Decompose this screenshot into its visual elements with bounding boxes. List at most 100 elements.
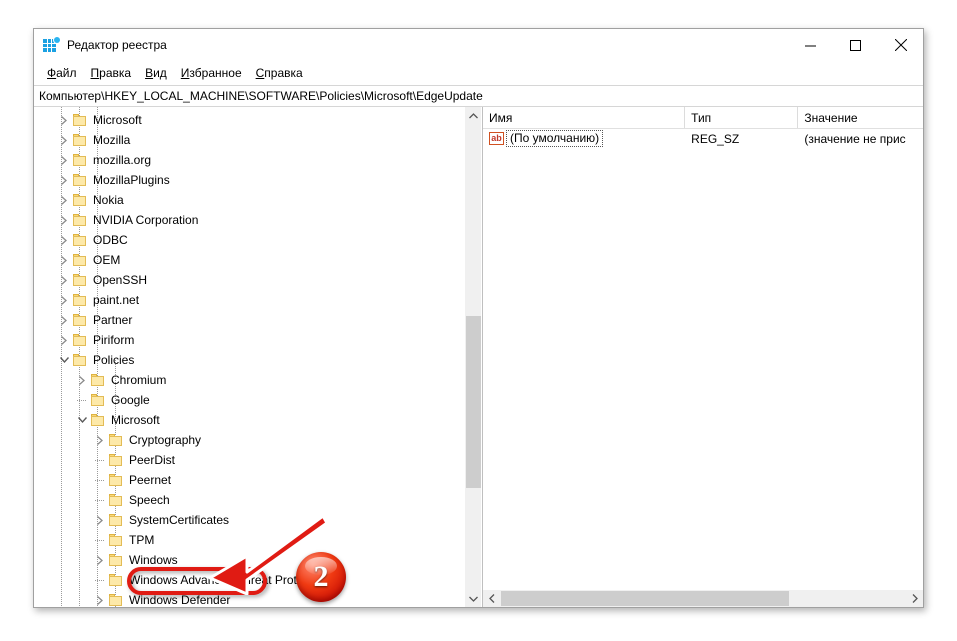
tree-item-label: Speech: [129, 493, 170, 507]
tree-item-policies[interactable]: Policies: [56, 350, 138, 370]
tree-item-oem[interactable]: OEM: [56, 250, 124, 270]
chevron-right-icon[interactable]: [56, 292, 72, 308]
chevron-right-icon[interactable]: [56, 212, 72, 228]
chevron-right-icon[interactable]: [56, 252, 72, 268]
address-bar[interactable]: Компьютер\HKEY_LOCAL_MACHINE\SOFTWARE\Po…: [34, 85, 923, 107]
registry-editor-icon: [43, 37, 60, 53]
column-header-value[interactable]: Значение: [798, 107, 923, 128]
values-list[interactable]: ab (По умолчанию) REG_SZ (значение не пр…: [483, 128, 923, 590]
scroll-down-icon[interactable]: [465, 590, 481, 607]
chevron-down-icon[interactable]: [56, 352, 72, 368]
tree-item-label: Chromium: [111, 373, 167, 387]
tree-item-label: Peernet: [129, 473, 172, 487]
folder-icon: [72, 113, 88, 127]
menu-item-view[interactable]: Вид: [138, 64, 174, 82]
menu-item-file[interactable]: Файл: [40, 64, 84, 82]
tree-item-windows[interactable]: Windows: [92, 550, 182, 570]
tree-item-mozilla-org[interactable]: mozilla.org: [56, 150, 155, 170]
tree-item-systemcertificates[interactable]: SystemCertificates: [92, 510, 233, 530]
tree-connector-icon: [92, 572, 108, 588]
chevron-right-icon[interactable]: [56, 172, 72, 188]
tree-item-label: NVIDIA Corporation: [93, 213, 199, 227]
scroll-right-icon[interactable]: [906, 590, 923, 607]
tree-item-label: Windows: [129, 553, 178, 567]
title-bar: Редактор реестра: [34, 29, 923, 61]
tree-item-mozilla[interactable]: Mozilla: [56, 130, 134, 150]
chevron-down-icon[interactable]: [74, 412, 90, 428]
chevron-right-icon[interactable]: [92, 512, 108, 528]
folder-icon: [108, 433, 124, 447]
table-row[interactable]: ab (По умолчанию) REG_SZ (значение не пр…: [483, 128, 923, 149]
tree-item-mozillaplugins[interactable]: MozillaPlugins: [56, 170, 174, 190]
menu-item-view-rest: ид: [153, 66, 167, 80]
tree-item-nokia[interactable]: Nokia: [56, 190, 128, 210]
tree-vertical-scrollbar[interactable]: [464, 107, 481, 607]
tree-item-openssh[interactable]: OpenSSH: [56, 270, 151, 290]
screen: Редактор реестра Файл Правка Вид Избранн…: [0, 0, 957, 641]
values-horizontal-scrollbar[interactable]: [483, 590, 923, 607]
folder-icon: [108, 593, 124, 607]
chevron-right-icon[interactable]: [56, 112, 72, 128]
chevron-right-icon[interactable]: [92, 432, 108, 448]
scroll-left-icon[interactable]: [483, 590, 500, 607]
folder-icon: [108, 533, 124, 547]
tree-item-chromium[interactable]: Chromium: [74, 370, 170, 390]
tree-item-windows-defender[interactable]: Windows Defender: [92, 590, 234, 607]
close-button[interactable]: [878, 29, 923, 61]
folder-icon: [90, 373, 106, 387]
tree-item-label: Google: [111, 393, 150, 407]
tree-item-windows-advanced-threat-protection[interactable]: Windows Advanced Threat Protection: [92, 570, 333, 590]
chevron-right-icon[interactable]: [74, 372, 90, 388]
tree-item-speech[interactable]: Speech: [92, 490, 174, 510]
tree-item-peernet[interactable]: Peernet: [92, 470, 175, 490]
value-name-cell[interactable]: ab (По умолчанию): [483, 130, 685, 147]
maximize-button[interactable]: [833, 29, 878, 61]
chevron-right-icon[interactable]: [56, 192, 72, 208]
tree-item-label: OpenSSH: [93, 273, 148, 287]
tree-item-partner[interactable]: Partner: [56, 310, 136, 330]
chevron-right-icon[interactable]: [92, 592, 108, 607]
chevron-right-icon[interactable]: [56, 332, 72, 348]
chevron-right-icon[interactable]: [56, 312, 72, 328]
tree-item-microsoft[interactable]: Microsoft: [56, 110, 146, 130]
menu-accel: Ф: [47, 66, 57, 80]
menu-item-favorites[interactable]: Избранное: [174, 64, 249, 82]
chevron-right-icon[interactable]: [56, 152, 72, 168]
column-header-type[interactable]: Тип: [685, 107, 799, 128]
tree-item-tpm[interactable]: TPM: [92, 530, 158, 550]
tree-item-label: ODBC: [93, 233, 128, 247]
folder-icon: [108, 553, 124, 567]
folder-icon: [72, 153, 88, 167]
column-header-name[interactable]: Имя: [483, 107, 686, 128]
tree-item-google[interactable]: Google: [74, 390, 154, 410]
minimize-button[interactable]: [788, 29, 833, 61]
chevron-right-icon[interactable]: [56, 272, 72, 288]
tree-item-label: Partner: [93, 313, 133, 327]
main-panes: Microsoft Mozilla mozilla.org MozillaPlugin…: [34, 107, 923, 607]
folder-icon: [108, 493, 124, 507]
folder-icon: [108, 453, 124, 467]
tree-scroll-thumb[interactable]: [466, 316, 481, 488]
tree-item-odbc[interactable]: ODBC: [56, 230, 132, 250]
menu-bar: Файл Правка Вид Избранное Справка: [34, 61, 923, 85]
menu-item-help[interactable]: Справка: [249, 64, 310, 82]
folder-icon: [72, 293, 88, 307]
chevron-right-icon[interactable]: [56, 132, 72, 148]
chevron-right-icon[interactable]: [92, 552, 108, 568]
registry-tree[interactable]: Microsoft Mozilla mozilla.org MozillaPlugin…: [34, 107, 464, 607]
values-column-headers: Имя Тип Значение: [483, 107, 923, 129]
tree-item-label: PeerDist: [129, 453, 176, 467]
tree-item-piriform[interactable]: Piriform: [56, 330, 138, 350]
tree-item-label: paint.net: [93, 293, 140, 307]
tree-item-peerdist[interactable]: PeerDist: [92, 450, 179, 470]
tree-item-microsoft[interactable]: Microsoft: [74, 410, 164, 430]
registry-tree-pane: Microsoft Mozilla mozilla.org MozillaPlugin…: [34, 107, 482, 607]
menu-item-file-rest: айл: [56, 66, 77, 80]
menu-item-edit[interactable]: Правка: [84, 64, 139, 82]
scroll-up-icon[interactable]: [465, 107, 481, 124]
chevron-right-icon[interactable]: [56, 232, 72, 248]
tree-item-nvidia-corporation[interactable]: NVIDIA Corporation: [56, 210, 202, 230]
tree-item-paint-net[interactable]: paint.net: [56, 290, 143, 310]
tree-item-cryptography[interactable]: Cryptography: [92, 430, 205, 450]
values-scroll-thumb[interactable]: [501, 591, 789, 606]
